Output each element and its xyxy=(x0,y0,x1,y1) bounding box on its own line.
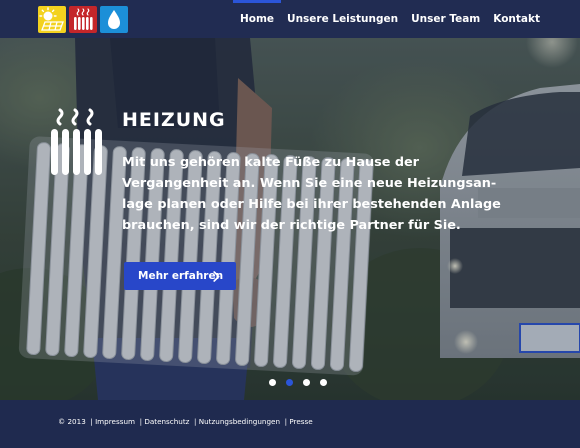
logo[interactable] xyxy=(38,6,128,33)
hero-text-line: lage planen oder Hilfe bei ihrer bestehe… xyxy=(122,197,501,212)
nav-kontakt[interactable]: Kontakt xyxy=(493,0,540,38)
footer-link-nutzungsbedingungen[interactable]: Nutzungsbedingungen xyxy=(199,417,280,426)
slider-pagination xyxy=(269,379,327,386)
mehr-erfahren-label: Mehr erfahren xyxy=(138,270,224,282)
slider-dot-1[interactable] xyxy=(269,379,276,386)
footer-link-datenschutz[interactable]: Datenschutz xyxy=(144,417,189,426)
footer-link-presse[interactable]: Presse xyxy=(289,417,312,426)
hero-text-line: Mit uns gehören kalte Füße zu Hause der xyxy=(122,155,419,170)
hero-description: Mit uns gehören kalte Füße zu Hause der … xyxy=(122,152,502,236)
hero-slider: HEIZUNG Mit uns gehören kalte Füße zu Ha… xyxy=(0,38,580,400)
sun-solar-icon xyxy=(38,6,66,33)
nav-unser-team[interactable]: Unser Team xyxy=(411,0,480,38)
nav-home[interactable]: Home xyxy=(232,0,282,38)
footer-link-impressum[interactable]: Impressum xyxy=(95,417,135,426)
nav-unsere-leistungen[interactable]: Unsere Leistungen xyxy=(287,0,398,38)
slider-dot-2[interactable] xyxy=(286,379,293,386)
slider-dot-4[interactable] xyxy=(320,379,327,386)
hero-title: HEIZUNG xyxy=(122,109,226,131)
water-drop-icon xyxy=(100,6,128,33)
slider-dot-3[interactable] xyxy=(303,379,310,386)
footer-links: © 2013 | Impressum | Datenschutz | Nutzu… xyxy=(58,417,313,426)
radiator-heating-icon xyxy=(69,6,97,33)
hero-text-line: brauchen, sind wir der richtige Partner … xyxy=(122,218,461,233)
site-footer: © 2013 | Impressum | Datenschutz | Nutzu… xyxy=(0,400,580,448)
copyright: © 2013 xyxy=(58,417,86,426)
hero-text-line: Vergangenheit an. Wenn Sie eine neue Hei… xyxy=(122,176,497,191)
chevron-right-icon xyxy=(213,271,220,282)
site-header: Home Unsere Leistungen Unser Team Kontak… xyxy=(0,0,580,38)
mehr-erfahren-button[interactable]: Mehr erfahren xyxy=(124,262,236,290)
main-nav: Home Unsere Leistungen Unser Team Kontak… xyxy=(232,0,540,38)
radiator-heat-icon xyxy=(51,108,102,175)
